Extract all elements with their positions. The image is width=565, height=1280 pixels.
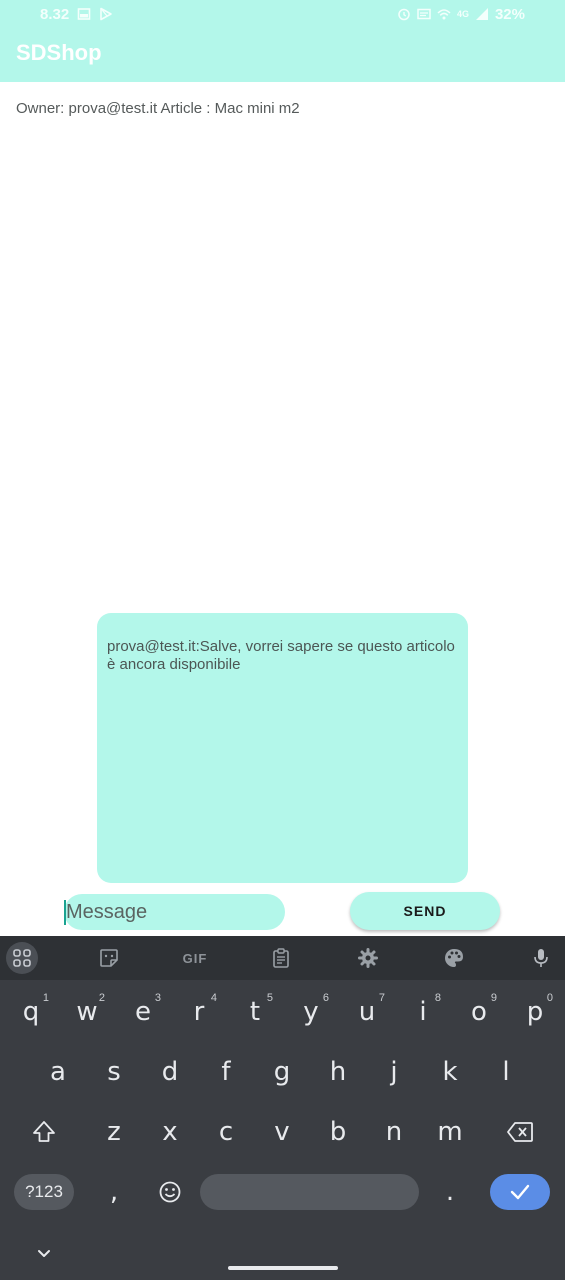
signal-icon xyxy=(475,7,489,21)
enter-key[interactable] xyxy=(490,1174,550,1210)
status-bar-left: 8.32 xyxy=(40,5,113,23)
apps-grid-icon[interactable] xyxy=(6,942,38,974)
gif-label: GIF xyxy=(182,950,208,966)
key-g[interactable]: g xyxy=(254,1048,310,1096)
key-x[interactable]: x xyxy=(142,1108,198,1156)
key-l[interactable]: l xyxy=(478,1048,534,1096)
space-key[interactable] xyxy=(200,1174,419,1210)
key-m[interactable]: m xyxy=(422,1108,478,1156)
app-bar: 8.32 4G 32% SDShop xyxy=(0,0,565,82)
message-input[interactable] xyxy=(64,894,285,930)
app-title: SDShop xyxy=(16,40,102,65)
alarm-icon xyxy=(397,7,411,21)
key-n[interactable]: n xyxy=(366,1108,422,1156)
battery-percent: 32% xyxy=(494,5,525,23)
key-h[interactable]: h xyxy=(310,1048,366,1096)
key-d[interactable]: d xyxy=(142,1048,198,1096)
emoji-icon xyxy=(159,1181,181,1203)
status-bar-right: 4G 32% xyxy=(397,5,525,23)
network-type-label: 4G xyxy=(456,9,469,19)
key-q[interactable]: q1 xyxy=(3,988,59,1036)
key-u[interactable]: u7 xyxy=(339,988,395,1036)
key-i[interactable]: i8 xyxy=(395,988,451,1036)
key-v[interactable]: v xyxy=(254,1108,310,1156)
check-icon xyxy=(510,1184,530,1200)
key-t[interactable]: t5 xyxy=(227,988,283,1036)
palette-icon[interactable] xyxy=(438,942,470,974)
key-b[interactable]: b xyxy=(310,1108,366,1156)
wifi-icon xyxy=(437,7,451,21)
owner-article-label: Owner: prova@test.it Article : Mac mini … xyxy=(16,100,300,117)
chat-message-text: prova@test.it:Salve, vorrei sapere se qu… xyxy=(107,638,455,673)
microphone-icon[interactable] xyxy=(525,942,557,974)
chat-message-bubble: prova@test.it:Salve, vorrei sapere se qu… xyxy=(97,613,468,883)
chevron-down-icon[interactable] xyxy=(32,1242,56,1266)
period-key[interactable]: . xyxy=(422,1168,478,1216)
navigation-handle[interactable] xyxy=(228,1266,338,1270)
key-c[interactable]: c xyxy=(198,1108,254,1156)
emoji-key[interactable] xyxy=(142,1168,198,1216)
key-o[interactable]: o9 xyxy=(451,988,507,1036)
soft-keyboard: GIF q1 w2 e3 r4 t5 y6 u7 i8 o9 p0 a s d … xyxy=(0,936,565,1280)
shift-icon xyxy=(33,1121,55,1142)
key-z[interactable]: z xyxy=(86,1108,142,1156)
key-j[interactable]: j xyxy=(366,1048,422,1096)
cast-icon xyxy=(417,7,431,21)
key-a[interactable]: a xyxy=(30,1048,86,1096)
key-k[interactable]: k xyxy=(422,1048,478,1096)
key-y[interactable]: y6 xyxy=(283,988,339,1036)
key-r[interactable]: r4 xyxy=(171,988,227,1036)
clipboard-icon[interactable] xyxy=(265,942,297,974)
sticker-icon[interactable] xyxy=(93,942,125,974)
key-e[interactable]: e3 xyxy=(115,988,171,1036)
keyboard-toolbar: GIF xyxy=(0,936,565,980)
play-store-icon xyxy=(99,7,113,21)
status-time: 8.32 xyxy=(40,5,70,23)
key-w[interactable]: w2 xyxy=(59,988,115,1036)
backspace-icon xyxy=(507,1122,533,1142)
settings-gear-icon[interactable] xyxy=(352,942,384,974)
chat-screen: 8.32 4G 32% SDShop Owner: prova@test.it … xyxy=(0,0,565,1280)
key-s[interactable]: s xyxy=(86,1048,142,1096)
text-cursor xyxy=(64,900,66,925)
gif-icon[interactable]: GIF xyxy=(179,942,211,974)
shift-key[interactable] xyxy=(16,1108,72,1156)
backspace-key[interactable] xyxy=(492,1108,548,1156)
send-button[interactable]: SEND xyxy=(350,892,500,930)
key-p[interactable]: p0 xyxy=(507,988,563,1036)
gallery-icon xyxy=(77,7,91,21)
comma-key[interactable]: , xyxy=(86,1168,142,1216)
key-f[interactable]: f xyxy=(198,1048,254,1096)
symbols-key[interactable]: ?123 xyxy=(14,1174,74,1210)
